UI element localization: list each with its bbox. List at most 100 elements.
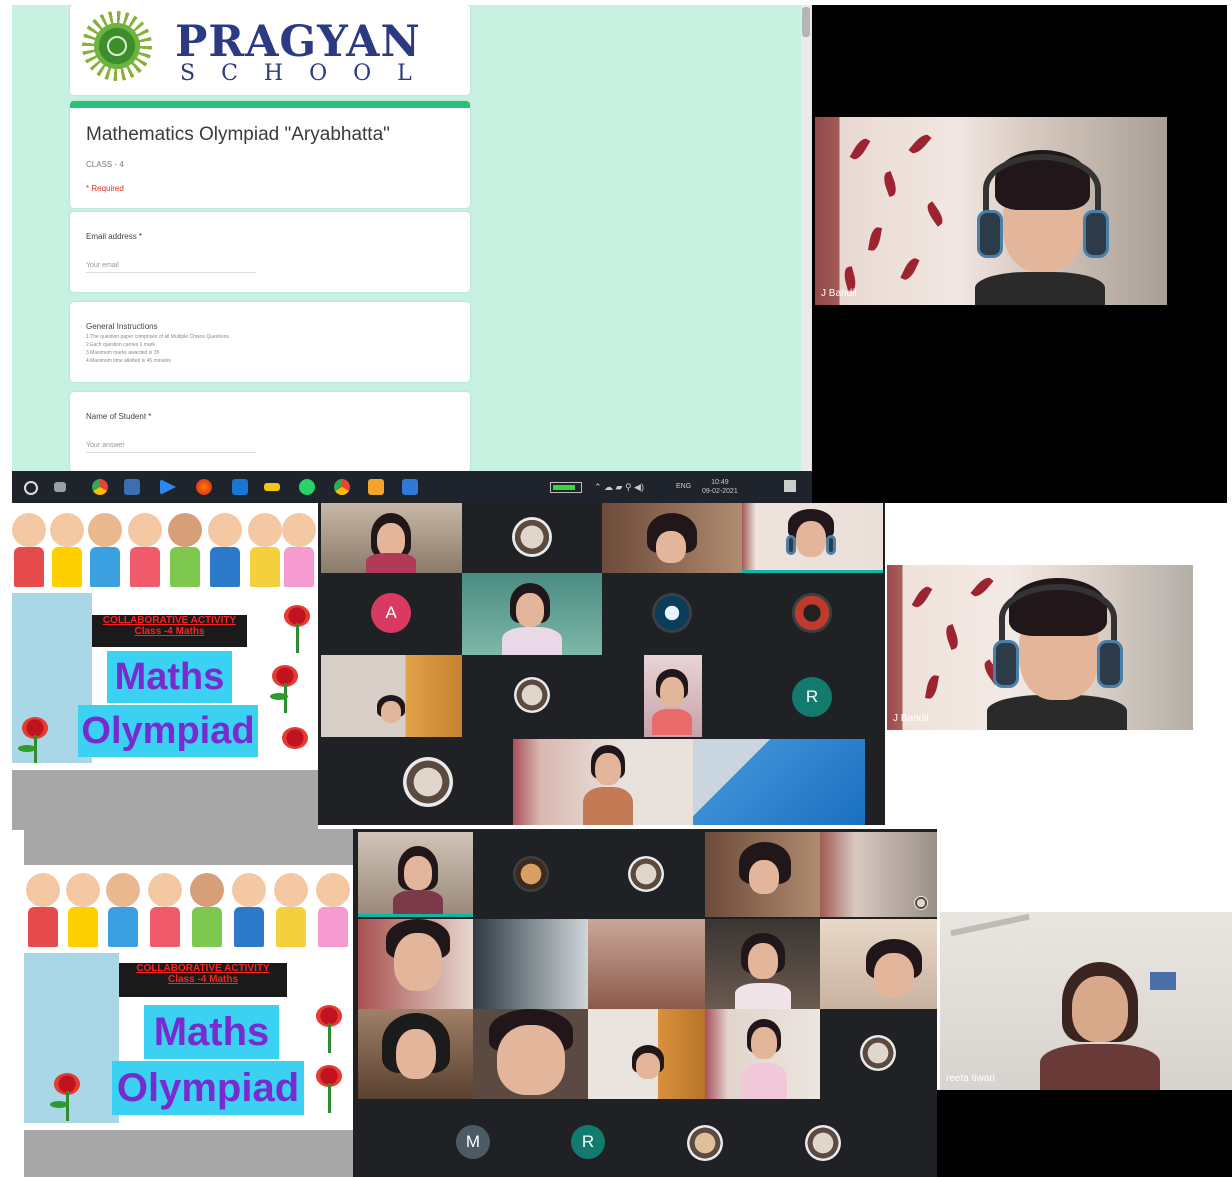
participant-avatar[interactable] [687, 1125, 723, 1161]
google-form-screen: PRAGYAN SCHOOL Mathematics Olympiad "Ary… [12, 5, 812, 471]
participant-video-top: J Bandil [815, 117, 1167, 305]
form-title-card: Mathematics Olympiad "Aryabhatta" CLASS … [70, 101, 470, 208]
task-view-icon[interactable] [54, 482, 66, 492]
participant-tile[interactable] [820, 919, 937, 1009]
email-question-card: Email address * Your email [70, 212, 470, 292]
activity-poster: COLLABORATIVE ACTIVITY Class -4 Maths Ma… [12, 505, 318, 767]
participant-tile[interactable] [588, 832, 703, 917]
participant-tile[interactable] [644, 655, 702, 737]
system-tray-icons[interactable]: ⌃ ☁ ▰ ⚲ ◀) [594, 482, 644, 493]
participant-avatar [513, 856, 549, 892]
meet-participant-grid-bottom: M R [353, 829, 937, 1177]
chrome-icon-2[interactable] [334, 479, 350, 495]
cortana-icon[interactable] [24, 481, 38, 495]
participant-tile[interactable] [358, 1009, 473, 1099]
notes-icon[interactable] [368, 479, 384, 495]
instruction-line: 4.Maximum time allotted is 45 minutes [86, 358, 172, 364]
participant-tile[interactable] [705, 1009, 820, 1099]
form-scrollbar[interactable] [801, 5, 811, 471]
teacher-name: reeta tiwari [946, 1073, 995, 1084]
whatsapp-icon[interactable] [299, 479, 315, 495]
notification-icon[interactable] [784, 480, 796, 492]
participant-tile[interactable] [705, 832, 820, 917]
teacher-figure [1040, 962, 1160, 1090]
participant-tile[interactable] [473, 832, 588, 917]
participant-avatar [512, 517, 552, 557]
participant-tile[interactable] [513, 739, 693, 825]
instruction-line: 2.Each question carries 1 mark [86, 342, 155, 348]
student-figure [965, 132, 1115, 305]
participant-tile[interactable]: R [742, 655, 883, 737]
language-indicator[interactable]: ENG [676, 483, 691, 490]
participant-tile[interactable] [693, 739, 865, 825]
clock[interactable]: 10:49 09-02-2021 [702, 478, 738, 496]
participant-tile[interactable] [588, 1009, 705, 1099]
participant-tile[interactable] [462, 573, 602, 657]
collab-line-1: COLLABORATIVE ACTIVITY [136, 963, 270, 974]
student-name-field[interactable]: Your answer [86, 442, 256, 453]
presentation-filler [12, 770, 318, 830]
firefox-icon[interactable] [196, 479, 212, 495]
participant-avatar [860, 1035, 896, 1071]
ceiling-fan-icon [950, 913, 1030, 937]
participant-name: J Bandil [893, 713, 929, 724]
participant-avatar [652, 593, 692, 633]
participant-tile[interactable] [602, 503, 742, 573]
collab-line-1: COLLABORATIVE ACTIVITY [102, 615, 237, 626]
meet-participant-grid: A R [318, 503, 885, 825]
classroom-illustration [24, 953, 119, 1123]
school-name: PRAGYAN [175, 17, 421, 67]
participant-tile[interactable] [705, 919, 820, 1009]
cartoon-kids-banner [24, 865, 354, 953]
bottom-right-panel [937, 1090, 1232, 1177]
participant-tile[interactable] [820, 832, 937, 917]
folder-icon[interactable] [264, 483, 280, 491]
app-icon[interactable] [232, 479, 248, 495]
avatar[interactable]: R [571, 1125, 605, 1159]
avatar: R [792, 677, 832, 717]
school-logo-header: PRAGYAN SCHOOL [70, 5, 470, 95]
form-title: Mathematics Olympiad "Aryabhatta" [86, 124, 390, 145]
participant-avatar [514, 677, 550, 713]
student-figure [977, 570, 1137, 730]
participant-video-middle: J Bandil [887, 565, 1193, 730]
avatar: A [371, 593, 411, 633]
student-name-question-card: Name of Student * Your answer [70, 392, 470, 471]
windows-taskbar: ⌃ ☁ ▰ ⚲ ◀) ENG 10:49 09-02-2021 [12, 471, 812, 503]
mail-icon[interactable] [402, 479, 418, 495]
email-field[interactable]: Your email [86, 262, 256, 273]
email-question-label: Email address * [86, 232, 143, 241]
chrome-icon[interactable] [92, 479, 108, 495]
instructions-card: General Instructions 1.The question pape… [70, 302, 470, 382]
school-subtitle: SCHOOL [180, 61, 438, 86]
required-note: * Required [86, 184, 124, 193]
files-icon[interactable] [124, 479, 140, 495]
collab-line-2: Class -4 Maths [134, 626, 205, 637]
participant-tile[interactable] [462, 503, 602, 573]
participant-avatar [792, 593, 832, 633]
participant-tile[interactable] [820, 1009, 937, 1099]
participant-tile[interactable] [462, 655, 602, 737]
student-name-label: Name of Student * [86, 412, 152, 421]
avatar[interactable]: M [456, 1125, 490, 1159]
participant-tile[interactable] [473, 1009, 588, 1099]
participant-tile[interactable] [358, 919, 473, 1009]
school-emblem-icon [82, 11, 152, 81]
clock-time: 10:49 [711, 479, 729, 486]
participant-tile[interactable] [321, 655, 462, 737]
participant-tile[interactable] [602, 573, 742, 653]
form-class-label: CLASS - 4 [86, 160, 124, 169]
participant-tile-teacher[interactable] [321, 503, 462, 573]
scroll-thumb[interactable] [802, 7, 810, 37]
participant-tile[interactable] [473, 919, 588, 1009]
battery-icon[interactable] [550, 482, 582, 493]
participant-tile-active[interactable] [742, 503, 883, 573]
participant-tile[interactable] [588, 919, 705, 1009]
participant-tile-teacher[interactable] [358, 832, 473, 917]
participant-tile[interactable] [343, 739, 513, 825]
poster-title-line1: Maths [107, 651, 232, 703]
participant-tile[interactable]: A [321, 573, 462, 653]
participant-avatar[interactable] [805, 1125, 841, 1161]
participant-tile[interactable] [742, 573, 883, 653]
arrow-app-icon[interactable] [160, 479, 176, 495]
